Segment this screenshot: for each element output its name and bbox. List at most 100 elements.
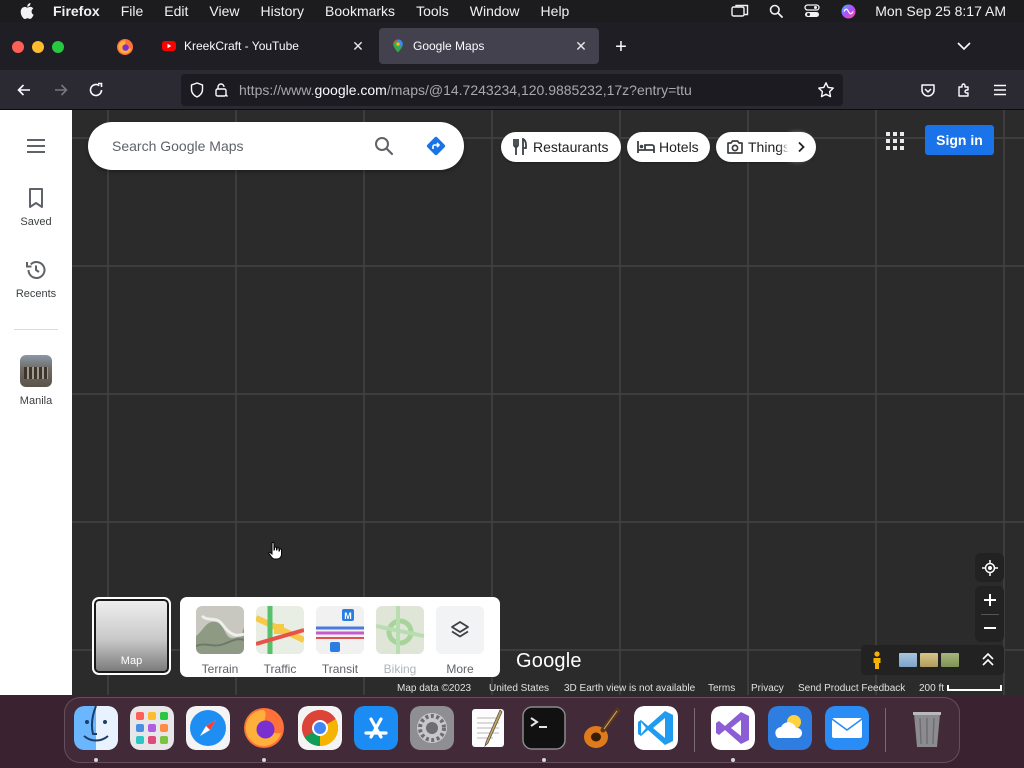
tab-google-maps[interactable]: Google Maps ✕ bbox=[379, 28, 599, 64]
close-window-button[interactable] bbox=[12, 41, 24, 53]
forward-arrow-icon[interactable] bbox=[51, 80, 71, 100]
menu-edit[interactable]: Edit bbox=[164, 3, 188, 19]
firefox-view-icon[interactable] bbox=[116, 38, 134, 56]
directions-icon[interactable] bbox=[426, 136, 446, 156]
maps-menu-icon[interactable] bbox=[24, 136, 48, 156]
extensions-puzzle-icon[interactable] bbox=[954, 80, 974, 100]
expand-up-icon[interactable] bbox=[981, 652, 995, 668]
privacy-link[interactable]: Privacy bbox=[751, 683, 784, 694]
dock-garageband-icon[interactable] bbox=[578, 706, 622, 750]
layer-transit[interactable]: M Transit bbox=[316, 606, 364, 676]
close-tab-icon[interactable]: ✕ bbox=[348, 36, 368, 56]
dock-trash-icon[interactable] bbox=[905, 706, 949, 750]
address-bar[interactable]: https://www.google.com/maps/@14.7243234,… bbox=[181, 74, 843, 106]
dock-terminal-icon[interactable] bbox=[522, 706, 566, 750]
close-tab-icon[interactable]: ✕ bbox=[571, 36, 591, 56]
zoom-out-button[interactable] bbox=[975, 615, 1004, 643]
reload-icon[interactable] bbox=[86, 80, 106, 100]
search-input[interactable] bbox=[112, 138, 362, 154]
layer-label: Biking bbox=[383, 662, 417, 676]
bookmark-star-icon[interactable] bbox=[817, 81, 835, 99]
scale-label[interactable]: 200 ft bbox=[919, 683, 944, 694]
dock-weather-icon[interactable] bbox=[768, 706, 812, 750]
pocket-icon[interactable] bbox=[918, 80, 938, 100]
feedback-link[interactable]: Send Product Feedback bbox=[798, 683, 905, 694]
siri-icon[interactable] bbox=[839, 4, 857, 18]
dock-safari-icon[interactable] bbox=[186, 706, 230, 750]
dock-mail-icon[interactable] bbox=[825, 706, 869, 750]
imagery-thumbnail[interactable] bbox=[941, 653, 959, 667]
dock-firefox-icon[interactable] bbox=[242, 706, 286, 750]
sidebar-label-recents: Recents bbox=[15, 288, 57, 300]
dock-chrome-icon[interactable] bbox=[298, 706, 342, 750]
zoom-window-button[interactable] bbox=[52, 41, 64, 53]
layer-biking[interactable]: Biking bbox=[376, 606, 424, 676]
youtube-icon bbox=[162, 39, 176, 53]
google-apps-grid-icon[interactable] bbox=[886, 132, 904, 150]
list-all-tabs-icon[interactable] bbox=[954, 36, 974, 56]
search-icon[interactable] bbox=[374, 136, 394, 156]
menu-file[interactable]: File bbox=[121, 3, 144, 19]
dock-visual-studio-icon[interactable] bbox=[711, 706, 755, 750]
dock-vscode-icon[interactable] bbox=[634, 706, 678, 750]
imagery-thumbnail[interactable] bbox=[899, 653, 917, 667]
dock-separator bbox=[885, 708, 886, 752]
window-controls bbox=[12, 41, 64, 53]
menu-bookmarks[interactable]: Bookmarks bbox=[325, 3, 395, 19]
tracking-protection-shield-icon[interactable] bbox=[189, 82, 205, 98]
layer-more[interactable]: More bbox=[436, 606, 484, 676]
apple-menu-icon[interactable] bbox=[19, 3, 35, 19]
dock-app-store-icon[interactable] bbox=[354, 706, 398, 750]
layer-label: Terrain bbox=[201, 662, 239, 676]
menu-tools[interactable]: Tools bbox=[416, 3, 449, 19]
svg-text:M: M bbox=[344, 611, 352, 621]
my-location-button[interactable] bbox=[975, 553, 1004, 582]
layer-traffic[interactable]: Traffic bbox=[256, 606, 304, 676]
control-center-icon[interactable] bbox=[803, 4, 821, 18]
back-arrow-icon[interactable] bbox=[14, 80, 34, 100]
search-box bbox=[88, 122, 464, 170]
layer-terrain[interactable]: Terrain bbox=[196, 606, 244, 676]
sidebar-item-saved[interactable]: Saved bbox=[0, 186, 72, 228]
sidebar-item-recents[interactable]: Recents bbox=[0, 258, 72, 300]
google-maps-icon bbox=[391, 39, 405, 53]
layer-label: More bbox=[446, 662, 474, 676]
tab-kreekcraft-youtube[interactable]: KreekCraft - YouTube ✕ bbox=[150, 28, 376, 64]
chip-hotels[interactable]: Hotels bbox=[627, 132, 710, 162]
sign-in-button[interactable]: Sign in bbox=[925, 125, 994, 155]
browser-tab-strip: KreekCraft - YouTube ✕ Google Maps ✕ + bbox=[0, 22, 1024, 70]
dock-system-settings-icon[interactable] bbox=[410, 706, 454, 750]
menu-view[interactable]: View bbox=[209, 3, 239, 19]
map-layer-toggle[interactable]: Map bbox=[92, 597, 171, 675]
country-link[interactable]: United States bbox=[489, 683, 549, 694]
menu-history[interactable]: History bbox=[260, 3, 304, 19]
dock-finder-icon[interactable] bbox=[74, 706, 118, 750]
hamburger-menu-icon[interactable] bbox=[990, 80, 1010, 100]
running-indicator bbox=[542, 758, 546, 762]
pegman-icon[interactable] bbox=[871, 651, 883, 669]
google-logo: Google bbox=[516, 650, 582, 672]
chip-restaurants[interactable]: Restaurants bbox=[501, 132, 621, 162]
chip-label: Things bbox=[748, 139, 791, 155]
dock-launchpad-icon[interactable] bbox=[130, 706, 174, 750]
dock-textedit-icon[interactable] bbox=[466, 706, 510, 750]
sidebar-item-recent-place[interactable]: Manila bbox=[0, 355, 72, 407]
traffic-thumbnail bbox=[256, 606, 304, 654]
menu-app-name[interactable]: Firefox bbox=[53, 3, 100, 19]
imagery-thumbnail[interactable] bbox=[920, 653, 938, 667]
zoom-in-button[interactable] bbox=[975, 586, 1004, 614]
site-permissions-icon[interactable] bbox=[213, 82, 229, 98]
minimize-window-button[interactable] bbox=[32, 41, 44, 53]
spotlight-search-icon[interactable] bbox=[767, 4, 785, 18]
screen-mirroring-icon[interactable] bbox=[731, 4, 749, 18]
running-indicator bbox=[94, 758, 98, 762]
running-indicator bbox=[731, 758, 735, 762]
new-tab-button[interactable]: + bbox=[610, 36, 632, 58]
terms-link[interactable]: Terms bbox=[708, 683, 735, 694]
menu-bar-clock[interactable]: Mon Sep 25 8:17 AM bbox=[875, 3, 1006, 19]
biking-thumbnail bbox=[376, 606, 424, 654]
chevron-right-icon[interactable] bbox=[787, 134, 815, 160]
menu-window[interactable]: Window bbox=[470, 3, 520, 19]
menu-help[interactable]: Help bbox=[541, 3, 570, 19]
browser-navigation-bar: https://www.google.com/maps/@14.7243234,… bbox=[0, 70, 1024, 110]
